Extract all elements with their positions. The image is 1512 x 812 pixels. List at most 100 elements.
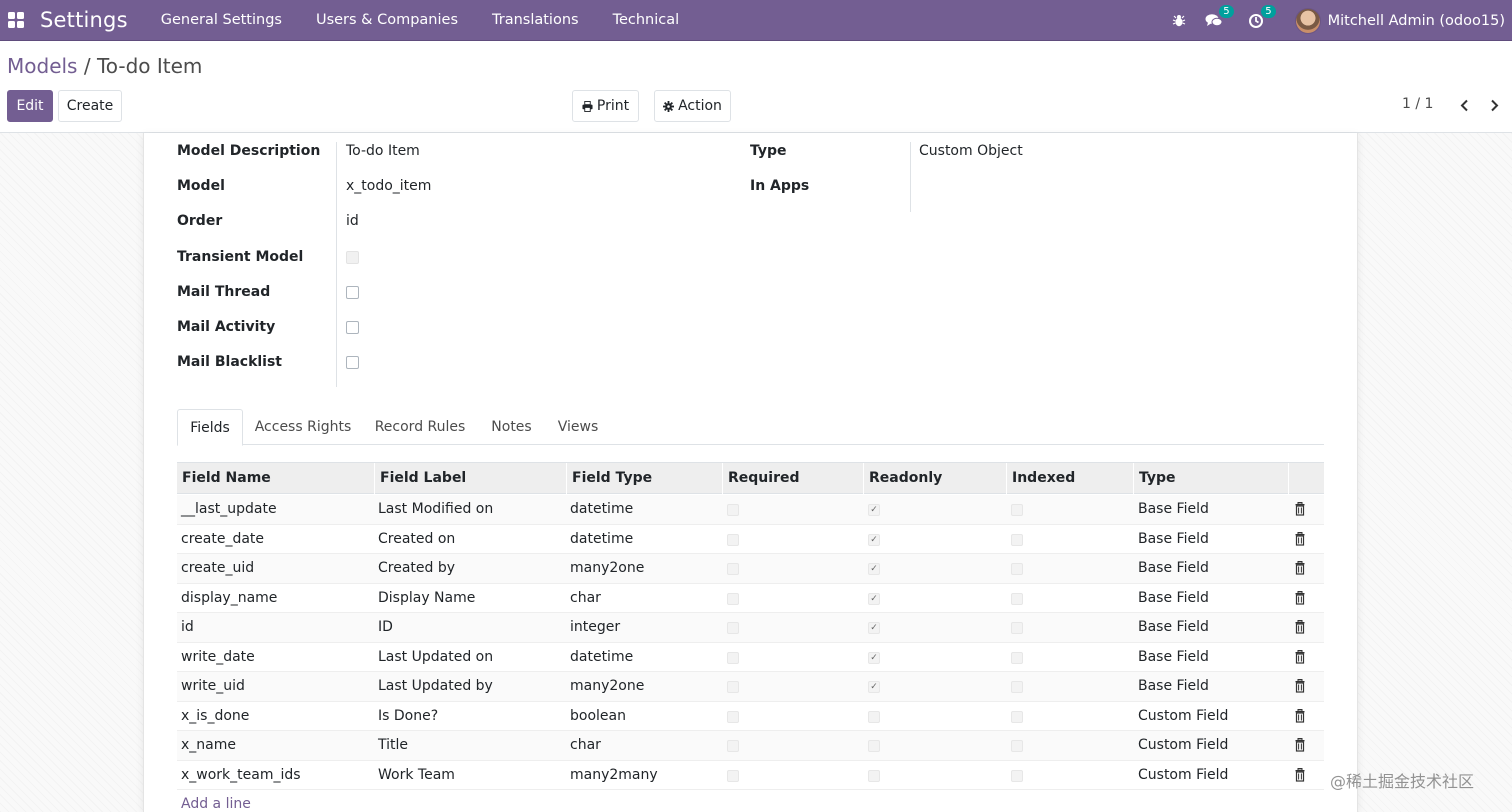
mail-thread-checkbox[interactable]	[346, 286, 359, 299]
print-icon	[582, 100, 593, 112]
cell-field-type: char	[570, 737, 601, 753]
trash-icon[interactable]	[1293, 679, 1307, 693]
breadcrumb: Models / To-do Item	[7, 54, 202, 78]
fields-table-header: Field Name Field Label Field Type Requir…	[177, 462, 1324, 494]
notebook-tabs: Fields Access Rights Record Rules Notes …	[177, 409, 1324, 446]
model-label: Model	[177, 178, 225, 194]
table-row[interactable]: id ID integer Base Field ✓	[177, 613, 1324, 643]
readonly-checkbox: ✓	[868, 592, 880, 605]
breadcrumb-separator: /	[83, 54, 91, 78]
column-field-type[interactable]: Field Type	[567, 463, 723, 494]
readonly-checkbox	[868, 740, 880, 752]
cell-field-type: datetime	[570, 501, 634, 517]
column-field-label[interactable]: Field Label	[375, 463, 567, 494]
apps-menu-icon[interactable]	[1, 0, 31, 41]
trash-icon[interactable]	[1293, 649, 1307, 664]
pager-previous-icon[interactable]	[1454, 92, 1474, 118]
menu-technical[interactable]: Technical	[596, 0, 697, 41]
column-type[interactable]: Type	[1134, 463, 1289, 494]
trash-icon[interactable]	[1293, 767, 1307, 782]
readonly-checkbox	[868, 769, 880, 782]
left-group-separator	[336, 142, 337, 387]
indexed-checkbox	[1011, 740, 1023, 752]
trash-icon[interactable]	[1293, 561, 1307, 575]
tab-fields[interactable]: Fields	[177, 409, 243, 446]
cell-field-name: create_date	[181, 530, 265, 547]
cell-field-type: datetime	[570, 530, 634, 547]
edit-button[interactable]: Edit	[7, 90, 53, 122]
mail-blacklist-checkbox[interactable]	[346, 356, 359, 369]
top-navbar: Settings General Settings Users & Compan…	[0, 0, 1512, 41]
required-checkbox	[727, 533, 739, 546]
user-avatar[interactable]	[1294, 7, 1321, 34]
messages-icon[interactable]: 5	[1203, 0, 1234, 41]
cell-type: Base Field	[1138, 501, 1209, 517]
in-apps-label: In Apps	[750, 178, 810, 194]
menu-users-companies[interactable]: Users & Companies	[299, 0, 475, 41]
trash-icon[interactable]	[1293, 531, 1307, 546]
action-button[interactable]: Action	[654, 90, 731, 122]
required-checkbox	[727, 563, 739, 575]
trash-icon[interactable]	[1293, 708, 1307, 723]
cell-field-name: x_name	[181, 737, 236, 753]
column-indexed[interactable]: Indexed	[1007, 463, 1134, 494]
user-menu[interactable]: Mitchell Admin (odoo15)	[1328, 13, 1505, 29]
tab-record-rules[interactable]: Record Rules	[372, 409, 468, 445]
pager-value[interactable]: 1 / 1	[1402, 96, 1433, 112]
add-a-line-link[interactable]: Add a line	[181, 796, 251, 812]
table-row[interactable]: write_date Last Updated on datetime Base Fi…	[177, 643, 1324, 672]
cell-field-type: datetime	[570, 648, 634, 665]
cell-field-label: Last Updated by	[378, 678, 493, 694]
cell-field-name: write_date	[181, 648, 255, 665]
order-label: Order	[177, 213, 223, 229]
indexed-checkbox	[1011, 622, 1023, 634]
trash-icon[interactable]	[1293, 738, 1307, 752]
cell-field-type: integer	[570, 619, 621, 635]
column-required[interactable]: Required	[723, 463, 864, 494]
column-readonly[interactable]: Readonly	[864, 463, 1007, 494]
cell-type: Base Field	[1138, 560, 1209, 576]
column-field-name[interactable]: Field Name	[177, 463, 375, 494]
table-row[interactable]: create_date Created on datetime Base Field ✓	[177, 525, 1324, 554]
table-row[interactable]: __last_update Last Modified on datetime Bas…	[177, 495, 1324, 525]
table-row[interactable]: x_name Title char Custom Field	[177, 731, 1324, 761]
create-button[interactable]: Create	[58, 90, 122, 122]
cell-field-name: write_uid	[181, 678, 245, 694]
tab-access-rights[interactable]: Access Rights	[252, 409, 354, 445]
breadcrumb-models[interactable]: Models	[7, 54, 77, 78]
model-description-label: Model Description	[177, 143, 321, 159]
cell-field-name: create_uid	[181, 560, 255, 576]
indexed-checkbox	[1011, 681, 1023, 693]
table-row[interactable]: create_uid Created by many2one Base Field ✓	[177, 554, 1324, 584]
menu-translations[interactable]: Translations	[475, 0, 596, 41]
app-name[interactable]: Settings	[40, 8, 128, 32]
table-row[interactable]: display_name Display Name char Base Field ✓	[177, 584, 1324, 613]
bug-icon[interactable]	[1168, 0, 1190, 41]
table-row[interactable]: x_is_done Is Done? boolean Custom Field	[177, 702, 1324, 731]
trash-icon[interactable]	[1293, 502, 1307, 516]
menu-general-settings[interactable]: General Settings	[144, 0, 299, 41]
readonly-checkbox: ✓	[868, 622, 880, 634]
table-row[interactable]: write_uid Last Updated by many2one Base Fie…	[177, 672, 1324, 702]
right-group-separator	[910, 142, 911, 212]
tab-views[interactable]: Views	[553, 409, 603, 445]
required-checkbox	[727, 681, 739, 693]
cell-field-label: Title	[378, 737, 409, 753]
pager-next-icon[interactable]	[1484, 92, 1504, 118]
print-button[interactable]: Print	[572, 90, 639, 122]
mail-activity-label: Mail Activity	[177, 319, 276, 335]
activities-icon[interactable]: 5	[1245, 0, 1276, 41]
cell-field-type: many2many	[570, 766, 658, 783]
mail-activity-checkbox[interactable]	[346, 321, 359, 334]
readonly-checkbox	[868, 710, 880, 723]
table-row[interactable]: x_work_team_ids Work Team many2many Custom …	[177, 761, 1324, 790]
indexed-checkbox	[1011, 769, 1023, 782]
tab-notes[interactable]: Notes	[487, 409, 536, 445]
trash-icon[interactable]	[1293, 590, 1307, 605]
order-value: id	[346, 213, 359, 229]
cell-field-label: Created on	[378, 530, 456, 547]
cell-field-type: char	[570, 589, 601, 606]
mail-blacklist-label: Mail Blacklist	[177, 354, 282, 370]
trash-icon[interactable]	[1293, 620, 1307, 634]
print-label: Print	[596, 98, 630, 114]
